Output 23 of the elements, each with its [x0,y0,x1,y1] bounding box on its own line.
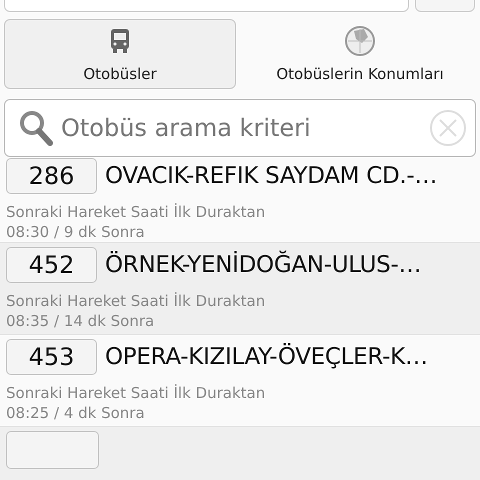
tab[interactable]: Otobüsler [4,19,236,89]
route-subtitle: Sonraki Hareket Saati İlk Duraktan [6,202,266,222]
tab[interactable]: Otobüslerin Konumları [244,19,476,89]
route-row[interactable]: 452 ÖRNEK-YENİDOĞAN-ULUS-… Sonraki Hareket Saati İlk Duraktan 08:35 / 14 dk Sonra [0,243,480,335]
route-number: 452 [6,246,97,282]
bus-icon [110,28,130,54]
route-subtitle: Sonraki Hareket Saati İlk Duraktan [6,382,266,402]
route-number: 286 [6,158,97,194]
route-subtitle: Sonraki Hareket Saati İlk Duraktan [6,290,266,310]
route-row[interactable] [0,427,480,480]
route-row[interactable]: 286 OVACIK-REFIK SAYDAM CD.-… Sonraki Hareket Saati İlk Duraktan 08:30 / 9 dk Sonra [0,157,480,243]
route-number: 453 [6,338,97,374]
route-title: OPERA-KIZILAY-ÖVEÇLER-K… [105,344,428,370]
departure-time: 08:35 / 14 dk Sonra [6,310,156,330]
search-icon [19,110,53,146]
departure-time: 08:30 / 9 dk Sonra [6,222,146,242]
globe-icon [344,25,376,57]
search-input[interactable]: Otobüs arama kriteri [59,113,423,143]
route-title: ÖRNEK-YENİDOĞAN-ULUS-… [105,252,422,278]
clear-icon[interactable] [429,109,467,147]
departure-time: 08:25 / 4 dk Sonra [6,402,146,422]
search-field[interactable]: Otobüs arama kriteri [4,99,476,157]
route-title: OVACIK-REFIK SAYDAM CD.-… [105,162,438,188]
